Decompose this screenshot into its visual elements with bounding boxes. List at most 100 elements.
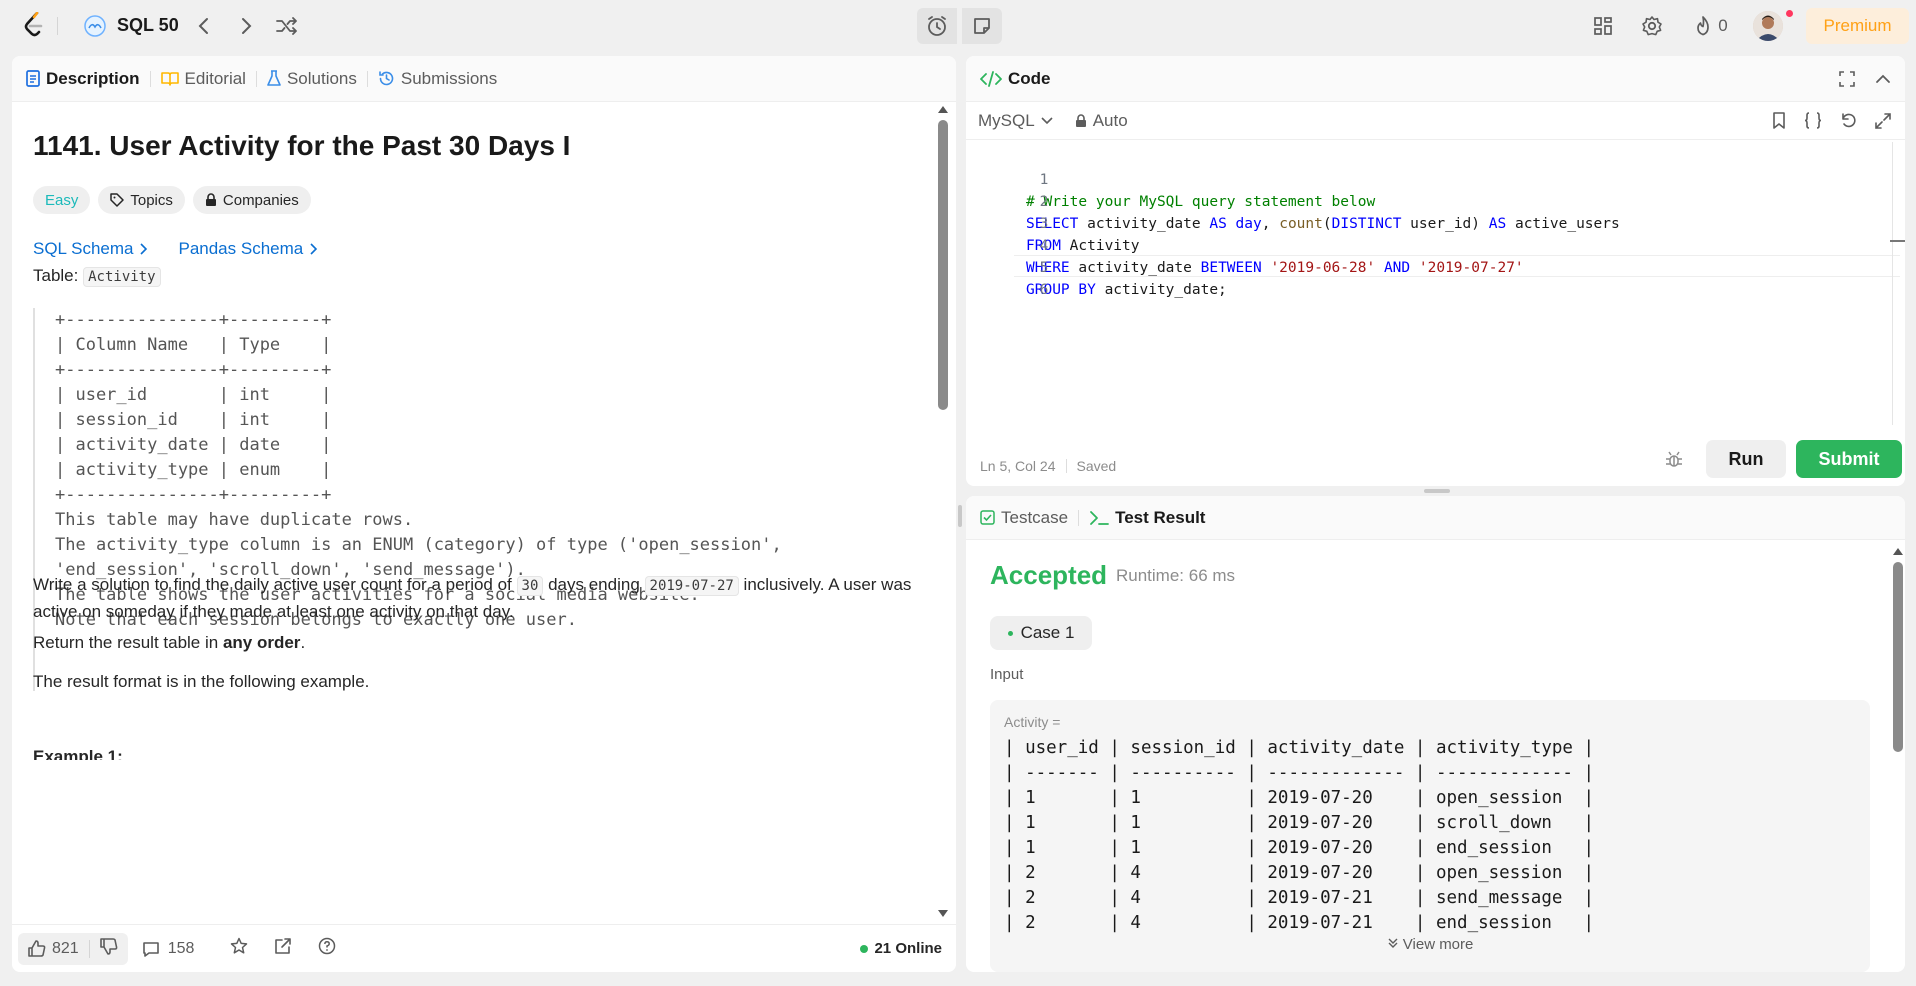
previous-problem-icon[interactable] — [192, 14, 216, 38]
run-button[interactable]: Run — [1706, 440, 1786, 478]
lock-icon — [205, 193, 217, 207]
view-more-button[interactable]: View more — [990, 936, 1870, 953]
schema-line: | session_id | int | — [55, 410, 332, 430]
premium-button[interactable]: Premium — [1806, 8, 1909, 44]
tab-submissions[interactable]: Submissions — [378, 69, 497, 89]
tab-testcase[interactable]: Testcase — [980, 508, 1068, 528]
favorite-button[interactable] — [230, 937, 248, 960]
help-button[interactable] — [318, 937, 336, 960]
shuffle-icon[interactable] — [274, 14, 300, 38]
description-panel: Description Editorial Solutions Submissi… — [12, 56, 956, 972]
dislike-button[interactable] — [90, 937, 128, 960]
scroll-up-arrow-icon[interactable] — [1893, 548, 1903, 555]
pandas-schema-link[interactable]: Pandas Schema — [178, 239, 318, 259]
input-table-row: | user_id | session_id | activity_date |… — [1004, 738, 1595, 758]
sql-keyword: AS — [1209, 216, 1227, 232]
input-table: | user_id | session_id | activity_date |… — [1004, 736, 1594, 936]
scrollbar-thumb[interactable] — [938, 120, 948, 410]
line-number: 6 — [1039, 281, 1049, 298]
input-table-row: | ------- | ---------- | ------------- |… — [1004, 763, 1595, 783]
collapse-chevron-up-icon[interactable] — [1875, 71, 1891, 87]
streak-count: 0 — [1718, 16, 1728, 35]
description-tabbar: Description Editorial Solutions Submissi… — [12, 56, 956, 102]
input-table-row: | 2 | 4 | 2019-07-21 | send_message | — [1004, 888, 1595, 908]
question-circle-icon — [318, 937, 336, 955]
tab-code-label: Code — [1008, 68, 1051, 88]
schema-line: | activity_date | date | — [55, 435, 332, 455]
language-select[interactable]: MySQL — [978, 111, 1053, 131]
topics-chip[interactable]: Topics — [98, 186, 185, 214]
history-icon — [378, 70, 395, 87]
code-line: 5 GROUP BY activity_date; — [966, 234, 1227, 299]
like-button[interactable]: 821 — [18, 940, 89, 958]
code-panel: Code MySQL Auto 1 # Write your MySQL que… — [966, 56, 1905, 486]
case-tab[interactable]: Case 1 — [990, 616, 1092, 650]
vertical-resize-handle[interactable] — [958, 505, 962, 527]
editor-scrollbar-track[interactable] — [1892, 142, 1893, 425]
sql-keyword: DISTINCT — [1331, 216, 1402, 232]
timer-button[interactable] — [917, 8, 957, 44]
example-heading: Example 1: — [33, 747, 123, 760]
debug-button[interactable] — [1664, 450, 1684, 475]
maximize-icon[interactable] — [1839, 70, 1855, 87]
table-label: Table: — [33, 266, 79, 285]
tab-description-label: Description — [46, 68, 140, 88]
book-icon — [160, 71, 179, 86]
tab-editorial[interactable]: Editorial — [160, 69, 246, 89]
comments-button[interactable]: 158 — [142, 940, 194, 958]
tab-code[interactable]: Code — [980, 69, 1051, 89]
layout-grid-icon[interactable] — [1590, 14, 1616, 38]
companies-label: Companies — [222, 191, 299, 209]
code-editor[interactable]: 1 # Write your MySQL query statement bel… — [966, 142, 1905, 425]
divider — [1078, 509, 1080, 526]
submit-button[interactable]: Submit — [1796, 440, 1902, 478]
scroll-down-arrow-icon[interactable] — [938, 910, 948, 917]
thumbs-up-icon — [28, 939, 46, 958]
tab-description[interactable]: Description — [26, 69, 140, 89]
star-icon — [230, 937, 248, 955]
scrollbar-thumb[interactable] — [1893, 562, 1903, 752]
schema-line: This table may have duplicate rows. — [55, 510, 414, 530]
input-table-row: | 1 | 1 | 2019-07-20 | scroll_down | — [1004, 813, 1595, 833]
user-avatar[interactable] — [1753, 11, 1783, 41]
schema-line: +---------------+---------+ — [55, 360, 332, 380]
like-count: 821 — [52, 939, 79, 957]
online-dot — [860, 944, 869, 953]
settings-gear-icon[interactable] — [1639, 14, 1665, 38]
share-button[interactable] — [274, 937, 292, 960]
statement-text: Return the result table in — [33, 633, 223, 652]
format-braces-icon[interactable] — [1804, 112, 1822, 129]
input-table-row: | 2 | 4 | 2019-07-21 | end_session | — [1004, 913, 1595, 933]
expand-icon[interactable] — [1875, 112, 1891, 129]
statement-text: days ending — [543, 575, 645, 594]
statement-bold: any order — [222, 633, 301, 652]
horizontal-resize-handle[interactable] — [1424, 489, 1450, 493]
sql-schema-link[interactable]: SQL Schema — [33, 239, 148, 259]
code-line: 4 WHERE activity_date BETWEEN '2019-06-2… — [966, 212, 1524, 277]
mode-label: Auto — [1092, 110, 1128, 130]
result-scrollbar[interactable] — [1893, 546, 1903, 966]
top-navigation-bar: SQL 50 0 Premium — [0, 0, 1916, 52]
sql-keyword: BETWEEN — [1200, 260, 1262, 276]
next-problem-icon[interactable] — [234, 14, 258, 38]
tab-test-result[interactable]: Test Result — [1089, 508, 1205, 528]
scroll-up-arrow-icon[interactable] — [938, 106, 948, 113]
streak-counter[interactable]: 0 — [1686, 14, 1736, 38]
view-more-label: View more — [1402, 936, 1474, 953]
bookmark-icon[interactable] — [1772, 112, 1786, 129]
auto-mode-toggle[interactable]: Auto — [1075, 111, 1128, 131]
sql-string: '2019-06-28' — [1270, 260, 1376, 276]
companies-chip[interactable]: Companies — [192, 186, 311, 214]
notes-button[interactable] — [962, 8, 1002, 44]
tag-icon — [110, 193, 125, 207]
leetcode-logo-icon[interactable] — [22, 10, 46, 40]
description-scrollbar[interactable] — [938, 102, 948, 924]
inline-code: 30 — [516, 576, 544, 596]
problem-list-title[interactable]: SQL 50 — [117, 15, 179, 36]
description-footer: 821 158 21 Online — [12, 924, 956, 972]
reset-icon[interactable] — [1840, 112, 1857, 129]
tab-solutions[interactable]: Solutions — [267, 69, 357, 89]
code-token: activity_date — [1078, 216, 1210, 232]
double-chevron-down-icon — [1387, 937, 1399, 949]
